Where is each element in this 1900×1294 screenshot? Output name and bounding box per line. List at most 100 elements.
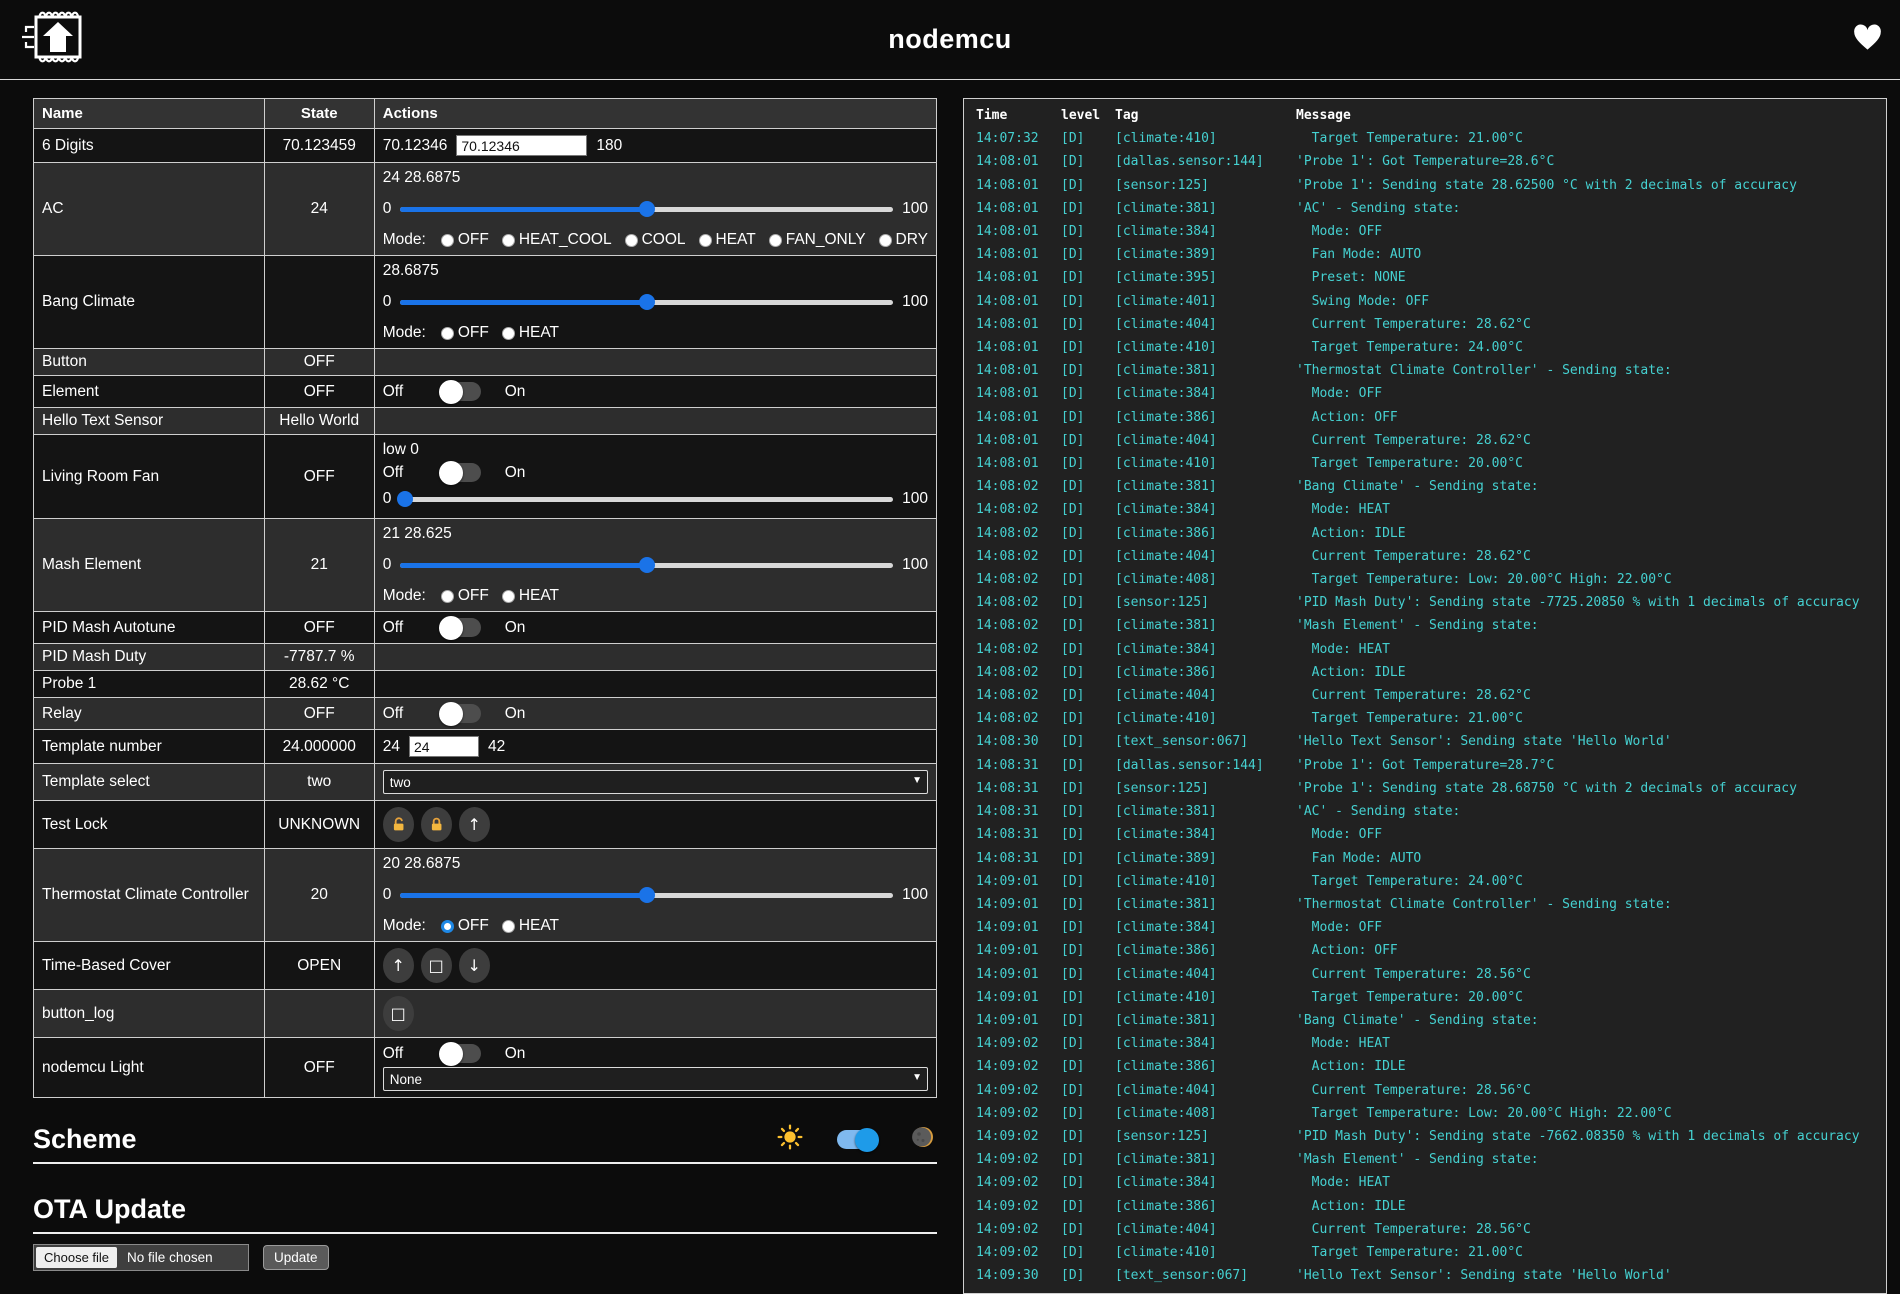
- select[interactable]: None: [383, 1067, 928, 1091]
- down-button[interactable]: ↓: [459, 948, 490, 983]
- radio-option[interactable]: OFF: [441, 587, 489, 605]
- radio-option[interactable]: HEAT_COOL: [502, 231, 612, 249]
- slider-max-label: 100: [902, 490, 928, 508]
- radio-icon[interactable]: [441, 327, 454, 340]
- log-message: Target Temperature: 21.00°C: [1296, 127, 1874, 150]
- log-tag: [climate:386]: [1115, 406, 1296, 429]
- radio-option[interactable]: DRY: [879, 231, 928, 249]
- table-row: Probe 128.62 °C: [34, 671, 937, 698]
- radio-option[interactable]: FAN_ONLY: [769, 231, 866, 249]
- value-input[interactable]: [409, 736, 479, 757]
- log-panel[interactable]: Time level Tag Message 14:07:32[D][clima…: [963, 98, 1887, 1294]
- radio-option[interactable]: OFF: [441, 917, 489, 935]
- slider-thumb[interactable]: [639, 294, 655, 310]
- toggle-switch[interactable]: [441, 618, 481, 637]
- stop-button[interactable]: □: [421, 948, 452, 983]
- radio-icon[interactable]: [441, 590, 454, 603]
- radio-icon[interactable]: [879, 234, 892, 247]
- slider-track[interactable]: [400, 497, 893, 502]
- slider-thumb[interactable]: [639, 201, 655, 217]
- radio-icon[interactable]: [502, 234, 515, 247]
- value-input[interactable]: [456, 135, 587, 156]
- select-dropdown[interactable]: two▼: [383, 770, 928, 794]
- slider[interactable]: 0100: [383, 556, 928, 574]
- scheme-toggle[interactable]: [837, 1130, 877, 1149]
- toggle-row: OffOn: [383, 463, 526, 482]
- log-message: Target Temperature: 21.00°C: [1296, 707, 1874, 730]
- log-column-level: level: [1061, 104, 1115, 127]
- slider-thumb[interactable]: [639, 557, 655, 573]
- slider[interactable]: 0100: [383, 293, 928, 311]
- log-level: [D]: [1061, 429, 1115, 452]
- slider-track[interactable]: [400, 563, 893, 568]
- up-button[interactable]: ↑: [383, 948, 414, 983]
- radio-icon[interactable]: [502, 590, 515, 603]
- toggle-switch[interactable]: [441, 704, 481, 723]
- radio-option-label: COOL: [642, 231, 686, 249]
- action-line: Mode:OFFHEAT: [383, 917, 928, 935]
- action-text: 180: [596, 137, 622, 155]
- slider-fill: [400, 893, 646, 898]
- entity-actions: ↑: [374, 801, 936, 849]
- lock-button[interactable]: [421, 807, 452, 842]
- log-tag: [climate:389]: [1115, 243, 1296, 266]
- radio-icon[interactable]: [625, 234, 638, 247]
- slider-track[interactable]: [400, 300, 893, 305]
- select-dropdown[interactable]: None▼: [383, 1067, 928, 1091]
- slider-thumb[interactable]: [397, 491, 413, 507]
- slider-track[interactable]: [400, 207, 893, 212]
- slider[interactable]: 0100: [383, 200, 928, 218]
- heart-icon[interactable]: [1853, 24, 1882, 56]
- entity-name: Element: [34, 376, 265, 408]
- toggle-switch[interactable]: [441, 463, 481, 482]
- radio-option[interactable]: HEAT: [502, 324, 559, 342]
- radio-option[interactable]: OFF: [441, 231, 489, 249]
- radio-option[interactable]: OFF: [441, 324, 489, 342]
- entity-name: Template select: [34, 764, 265, 801]
- toggle-knob: [439, 702, 463, 726]
- radio-icon[interactable]: [441, 234, 454, 247]
- radio-option[interactable]: COOL: [625, 231, 686, 249]
- page-title: nodemcu: [0, 24, 1900, 55]
- radio-option[interactable]: HEAT: [699, 231, 756, 249]
- log-time: 14:09:02: [976, 1171, 1061, 1194]
- action-line: 0100: [383, 552, 928, 578]
- log-level: [D]: [1061, 568, 1115, 591]
- toggle-switch[interactable]: [441, 382, 481, 401]
- log-time: 14:09:02: [976, 1148, 1061, 1171]
- select[interactable]: two: [383, 770, 928, 794]
- entity-state: 20: [264, 849, 374, 942]
- toggle-switch[interactable]: [441, 1044, 481, 1063]
- action-text: 24: [383, 738, 400, 756]
- log-tag: [climate:410]: [1115, 707, 1296, 730]
- entity-name: Template number: [34, 730, 265, 764]
- entity-name: nodemcu Light: [34, 1038, 265, 1098]
- radio-icon[interactable]: [502, 920, 515, 933]
- entity-actions: [374, 408, 936, 435]
- log-time: 14:08:01: [976, 336, 1061, 359]
- radio-option[interactable]: HEAT: [502, 917, 559, 935]
- slider-track[interactable]: [400, 893, 893, 898]
- slider-thumb[interactable]: [639, 887, 655, 903]
- unlock-button[interactable]: [383, 807, 414, 842]
- radio-icon[interactable]: [699, 234, 712, 247]
- log-message: 'Probe 1': Got Temperature=28.6°C: [1296, 150, 1874, 173]
- log-time: 14:09:01: [976, 963, 1061, 986]
- radio-icon[interactable]: [441, 920, 454, 933]
- radio-icon[interactable]: [502, 327, 515, 340]
- log-level: [D]: [1061, 545, 1115, 568]
- choose-file-button[interactable]: Choose file: [36, 1247, 117, 1268]
- update-button[interactable]: Update: [263, 1245, 329, 1270]
- entity-name: Probe 1: [34, 671, 265, 698]
- stop-button[interactable]: □: [383, 996, 414, 1031]
- table-row: ElementOFFOffOn: [34, 376, 937, 408]
- radio-icon[interactable]: [769, 234, 782, 247]
- slider[interactable]: 0100: [383, 490, 928, 508]
- file-input[interactable]: Choose file No file chosen: [33, 1244, 249, 1271]
- radio-option[interactable]: HEAT: [502, 587, 559, 605]
- slider[interactable]: 0100: [383, 886, 928, 904]
- up-button[interactable]: ↑: [459, 807, 490, 842]
- action-text: 28.6875: [383, 262, 439, 280]
- log-level: [D]: [1061, 1264, 1115, 1287]
- log-message: 'Bang Climate' - Sending state:: [1296, 475, 1874, 498]
